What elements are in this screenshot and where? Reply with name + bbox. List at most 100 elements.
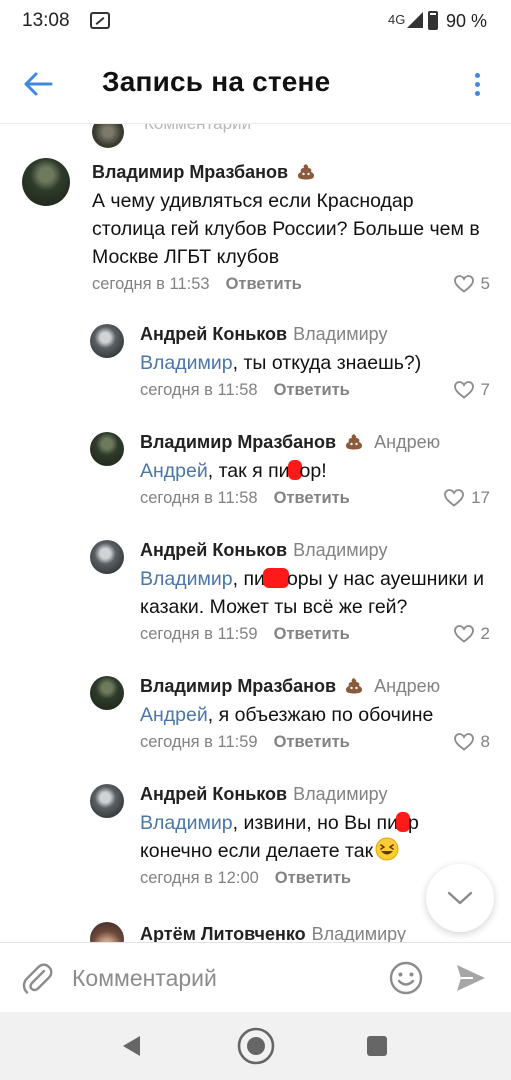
comment-author[interactable]: Андрей Коньков Владимиру	[140, 784, 470, 805]
comment-author[interactable]: Андрей Коньков Владимиру	[140, 540, 495, 561]
mention-link[interactable]: Владимир	[140, 568, 233, 590]
like-button[interactable]: 5	[453, 274, 490, 294]
status-bar: 13:08 4G 90 %	[0, 0, 511, 44]
nav-back-icon	[123, 1036, 140, 1056]
comment-text: Владимир, ты откуда знаешь?)	[140, 349, 490, 377]
reply-button[interactable]: Ответить	[274, 489, 350, 507]
send-button[interactable]	[455, 963, 487, 998]
author-name[interactable]: Артём Литовченко	[140, 924, 306, 942]
comment-author[interactable]: Владимир Мразбанов Андрею	[140, 432, 490, 453]
avatar[interactable]	[22, 158, 70, 206]
reply-button[interactable]: Ответить	[274, 625, 350, 643]
like-button[interactable]: 17	[444, 488, 490, 508]
attach-button[interactable]	[20, 961, 56, 1002]
comment-text-part: , извини, но Вы пи	[232, 812, 398, 834]
redaction-mark	[262, 568, 289, 588]
back-button[interactable]	[18, 66, 58, 102]
mention-link[interactable]: Андрей	[140, 460, 208, 482]
comment-meta: сегодня в 11:59 Ответить	[140, 625, 495, 644]
emoji-button[interactable]	[388, 960, 424, 1001]
comment-text-part: А чему удивляться если Краснодар столица…	[92, 190, 480, 268]
comment-author[interactable]: Артём Литовченко Владимиру	[140, 924, 490, 942]
grinning-squinting-emoji-icon	[375, 837, 399, 861]
reply-button[interactable]: Ответить	[274, 381, 350, 399]
poo-emoji-icon	[298, 164, 315, 180]
comment-input[interactable]	[72, 957, 372, 999]
app-bar: Запись на стене	[0, 44, 511, 124]
author-name[interactable]: Владимир Мразбанов	[92, 162, 288, 182]
nav-back-button[interactable]	[120, 1034, 142, 1063]
author-name[interactable]: Андрей Коньков	[140, 540, 287, 560]
partial-comment-text: Комментарий	[144, 124, 251, 134]
heart-icon	[444, 489, 464, 507]
comment-meta: сегодня в 11:59 Ответить	[140, 733, 490, 752]
mention-link[interactable]: Владимир	[140, 352, 233, 374]
comment-meta: сегодня в 11:53 Ответить	[92, 275, 490, 294]
reply-to[interactable]: Владимиру	[312, 924, 406, 942]
chevron-down-icon	[447, 891, 473, 905]
notification-icon	[90, 12, 110, 29]
comment-time: сегодня в 11:59	[140, 625, 258, 643]
avatar[interactable]	[90, 784, 124, 818]
reply-to[interactable]: Владимиру	[293, 784, 387, 804]
reply-to[interactable]: Владимиру	[293, 540, 387, 560]
avatar[interactable]	[90, 922, 124, 942]
avatar[interactable]	[90, 432, 124, 466]
nav-home-button[interactable]	[236, 1026, 276, 1071]
signal-icon	[407, 12, 423, 28]
comment-text-part: , ты откуда знаешь?)	[232, 352, 422, 374]
avatar[interactable]	[90, 676, 124, 710]
heart-icon	[453, 275, 474, 293]
comment-text: Владимир, извини, но Вы пи р конечно если…	[140, 809, 470, 865]
comment-author[interactable]: Владимир Мразбанов Андрею	[140, 676, 490, 697]
heart-icon	[453, 625, 474, 643]
mention-link[interactable]: Владимир	[140, 812, 233, 834]
like-button[interactable]: 2	[453, 624, 490, 644]
comment-time: сегодня в 11:59	[140, 733, 258, 751]
page-title: Запись на стене	[102, 66, 331, 97]
comment-text: Андрей, так я пи ор!	[140, 457, 490, 485]
reply-to[interactable]: Андрею	[374, 676, 440, 696]
back-arrow-icon	[24, 72, 53, 96]
mention-link[interactable]: Андрей	[140, 704, 208, 726]
more-vertical-icon[interactable]	[462, 66, 492, 102]
like-count: 5	[480, 274, 490, 293]
comment-time: сегодня в 11:58	[140, 381, 258, 399]
comment-time: сегодня в 11:58	[140, 489, 258, 507]
comment-meta: сегодня в 11:58 Ответить	[140, 381, 490, 400]
avatar[interactable]	[92, 124, 124, 148]
author-name[interactable]: Андрей Коньков	[140, 784, 287, 804]
reply-button[interactable]: Ответить	[226, 275, 302, 293]
avatar[interactable]	[90, 324, 124, 358]
scroll-down-button[interactable]	[426, 864, 494, 932]
comment-meta: сегодня в 11:58 Ответить	[140, 489, 490, 508]
status-time: 13:08	[22, 10, 70, 31]
comment-time: сегодня в 12:00	[140, 869, 259, 887]
poo-emoji-icon	[346, 678, 363, 694]
comment-author[interactable]: Владимир Мразбанов	[92, 162, 490, 183]
like-button[interactable]: 7	[453, 380, 490, 400]
comment-text: Владимир, пи оры у нас ауешники и казаки.…	[140, 565, 495, 621]
battery-icon	[428, 11, 438, 30]
nav-recents-icon[interactable]	[367, 1036, 387, 1056]
like-count: 7	[480, 380, 490, 399]
like-button[interactable]: 8	[453, 732, 490, 752]
comment-text-part: , я объезжаю по обочине	[207, 704, 434, 726]
comment-composer	[0, 942, 511, 1012]
nav-home-icon	[237, 1027, 275, 1065]
comment-text-part: ор!	[299, 460, 327, 482]
heart-icon	[453, 733, 474, 751]
reply-button[interactable]: Ответить	[274, 733, 350, 751]
author-name[interactable]: Владимир Мразбанов	[140, 676, 336, 696]
author-name[interactable]: Владимир Мразбанов	[140, 432, 336, 452]
system-nav-bar	[0, 1012, 511, 1080]
reply-button[interactable]: Ответить	[275, 869, 351, 887]
comment-time: сегодня в 11:53	[92, 275, 210, 293]
reply-to[interactable]: Андрею	[374, 432, 440, 452]
author-name[interactable]: Андрей Коньков	[140, 324, 287, 344]
avatar[interactable]	[90, 540, 124, 574]
reply-to[interactable]: Владимиру	[293, 324, 387, 344]
send-icon	[457, 965, 485, 991]
comment-author[interactable]: Андрей Коньков Владимиру	[140, 324, 490, 345]
comments-list: Комментарий Владимир Мразбанов А чему уд…	[0, 124, 511, 942]
